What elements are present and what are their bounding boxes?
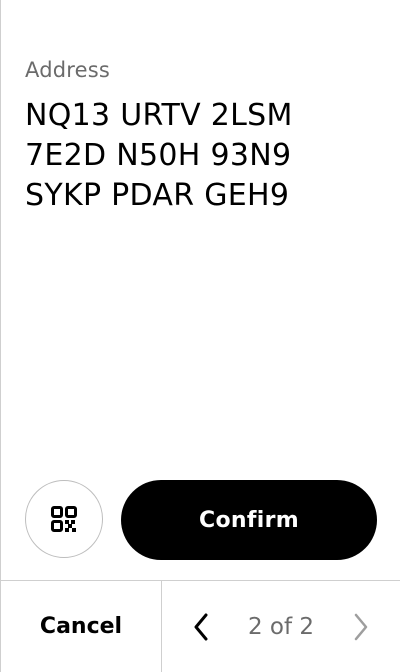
confirm-address-screen: Address NQ13 URTV 2LSM 7E2D N50H 93N9 SY… bbox=[0, 0, 400, 672]
chevron-right-icon bbox=[354, 613, 368, 641]
confirm-button[interactable]: Confirm bbox=[121, 480, 377, 560]
next-page-button[interactable] bbox=[346, 611, 376, 643]
chevron-left-icon bbox=[194, 613, 208, 641]
cancel-button[interactable]: Cancel bbox=[1, 581, 161, 672]
address-value: NQ13 URTV 2LSM 7E2D N50H 93N9 SYKP PDAR … bbox=[25, 96, 293, 216]
address-line: SYKP PDAR GEH9 bbox=[25, 178, 290, 213]
address-label: Address bbox=[25, 58, 111, 82]
qr-code-icon bbox=[51, 506, 77, 532]
address-line: 7E2D N50H 93N9 bbox=[25, 138, 292, 173]
previous-page-button[interactable] bbox=[186, 611, 216, 643]
page-indicator: 2 of 2 bbox=[247, 613, 315, 640]
pager: 2 of 2 bbox=[162, 581, 400, 672]
footer-bar: Cancel 2 of 2 bbox=[1, 580, 400, 672]
show-qr-button[interactable] bbox=[25, 480, 103, 558]
address-line: NQ13 URTV 2LSM bbox=[25, 98, 293, 133]
